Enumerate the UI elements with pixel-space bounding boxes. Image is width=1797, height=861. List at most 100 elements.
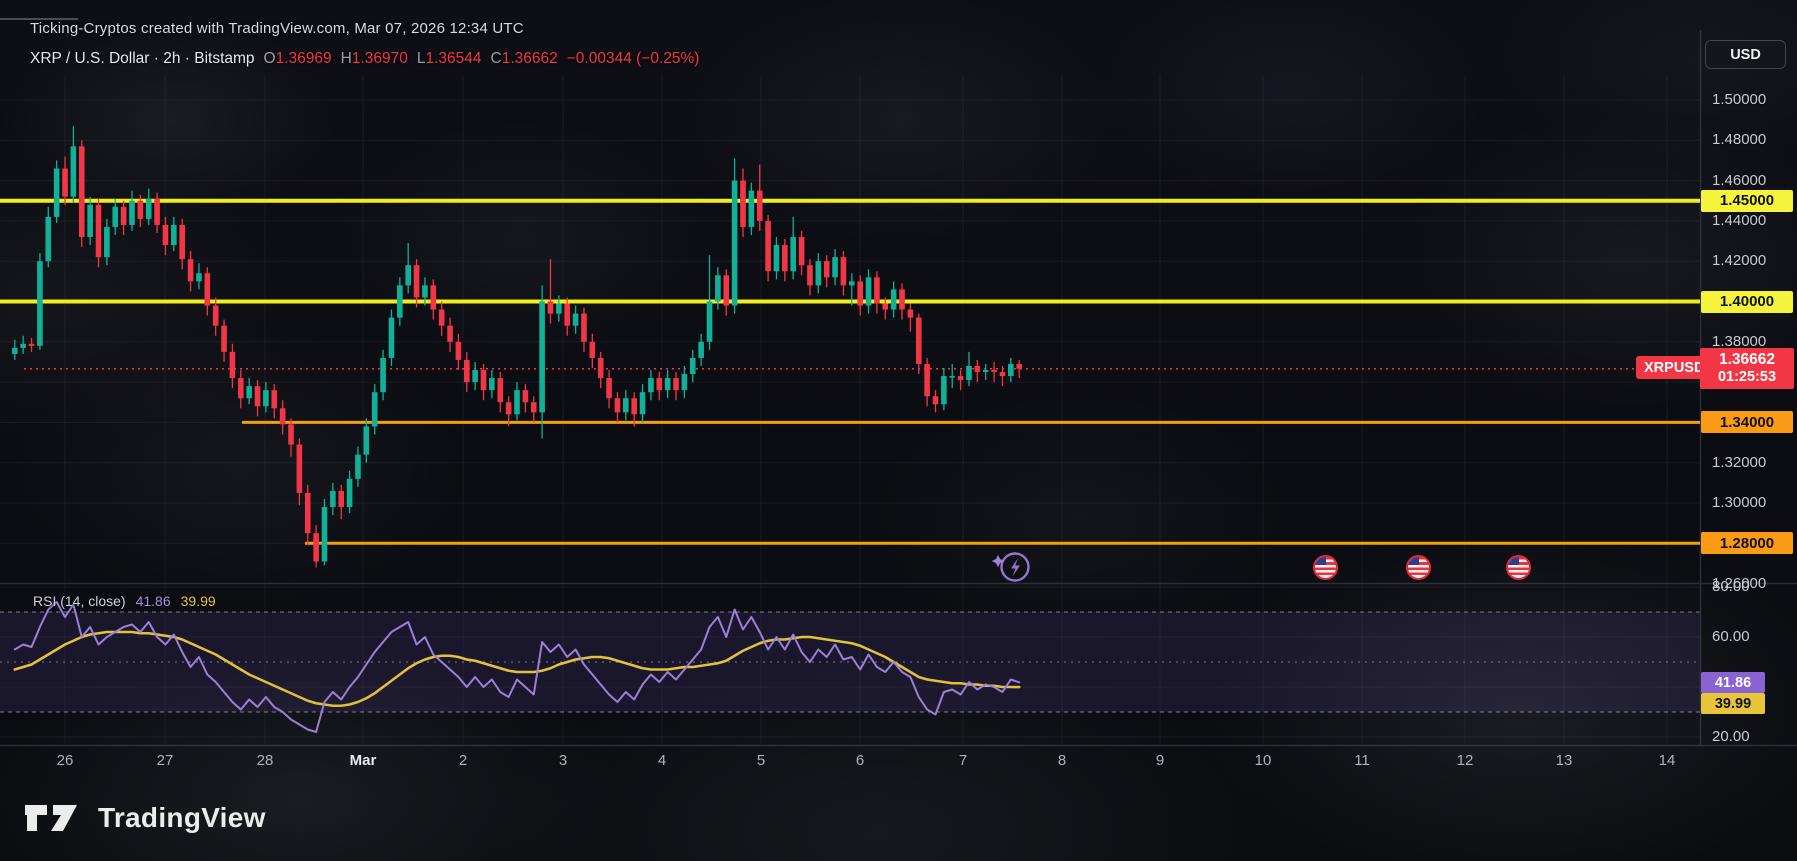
candle-body: [765, 220, 771, 272]
candle-body: [949, 376, 956, 378]
candle-body: [899, 289, 905, 310]
candle-body: [606, 378, 612, 399]
time-axis-label: 13: [1555, 752, 1573, 769]
candle-body: [70, 146, 77, 197]
candle-body: [639, 392, 646, 415]
candle-body: [547, 301, 554, 314]
candle-body: [648, 378, 654, 393]
candle-body: [631, 398, 637, 415]
candle-body: [422, 285, 428, 298]
time-axis-label: 7: [958, 752, 968, 769]
candle-body: [530, 402, 537, 413]
candle-body: [756, 190, 763, 221]
candle-body: [413, 265, 420, 298]
candle-body: [338, 490, 345, 508]
candle-body: [104, 226, 110, 258]
us-flag-event-icon[interactable]: [1405, 554, 1431, 580]
bar-countdown: 01:25:53: [1717, 369, 1777, 386]
candle-body: [112, 206, 119, 227]
candle-body: [187, 259, 194, 282]
candle-body: [597, 357, 604, 379]
rsi-ma-value: 39.99: [180, 593, 216, 609]
ohlc-low: L1.36544: [416, 50, 482, 67]
candle-body: [154, 198, 160, 225]
price-axis-tick: 1.46000: [1712, 171, 1767, 189]
chart-canvas[interactable]: [0, 0, 1797, 861]
candle-body: [782, 245, 788, 272]
candle-body: [1008, 363, 1014, 377]
candle-body: [589, 341, 596, 358]
price-axis-tick: 1.32000: [1712, 453, 1767, 471]
candle-body: [263, 390, 269, 407]
candle-body: [271, 390, 278, 409]
price-change: −0.00344 (−0.25%): [566, 50, 700, 67]
candle-body: [145, 198, 152, 219]
candle-body: [790, 237, 797, 272]
price-axis-tick: 1.44000: [1712, 211, 1767, 229]
rsi-value-label: 41.86: [1701, 672, 1765, 694]
candle-body: [221, 325, 227, 352]
candle-body: [179, 224, 185, 260]
rsi-ma-value-label: 39.99: [1701, 693, 1765, 715]
candle-body: [229, 351, 236, 379]
candle-body: [296, 444, 303, 493]
candle-body: [237, 378, 244, 399]
candle-body: [497, 378, 504, 403]
candle-body: [196, 273, 202, 282]
time-axis-label: 11: [1354, 752, 1370, 769]
rsi-legend-row[interactable]: RSI (14, close) 41.86 39.99: [33, 593, 216, 609]
candle-body: [689, 357, 696, 375]
candle-body: [957, 376, 964, 381]
candle-body: [171, 224, 177, 246]
price-axis-tick: 1.42000: [1712, 252, 1767, 270]
us-flag-event-icon[interactable]: [1505, 554, 1531, 580]
candle-body: [731, 180, 738, 306]
candle-body: [773, 245, 780, 272]
tradingview-watermark[interactable]: TradingView: [25, 802, 266, 834]
candle-body: [480, 370, 487, 391]
symbol-legend-row[interactable]: XRP / U.S. Dollar · 2h · Bitstamp O1.369…: [30, 50, 699, 68]
candle-body: [581, 313, 587, 342]
candle-body: [740, 180, 746, 227]
time-axis-label: 28: [256, 752, 274, 769]
candle-body: [966, 365, 972, 381]
rsi-title[interactable]: RSI (14, close): [33, 593, 126, 609]
candle-body: [246, 386, 252, 399]
candle-body: [890, 289, 897, 310]
price-axis-tick: 1.48000: [1712, 131, 1767, 149]
candle-body: [849, 281, 855, 286]
candle-body: [572, 313, 579, 326]
level-price-label: 1.28000: [1701, 532, 1793, 555]
candle-body: [279, 408, 286, 425]
flag-canton: [1507, 556, 1519, 565]
candle-body: [472, 370, 478, 383]
candle-body: [304, 492, 311, 534]
level-price-label: 1.34000: [1701, 411, 1793, 434]
currency-toggle-button[interactable]: USD: [1705, 40, 1786, 69]
rsi-axis-tick: 20.00: [1712, 728, 1750, 745]
candle-body: [991, 370, 997, 373]
candle-body: [514, 390, 520, 415]
tradingview-logo-text: TradingView: [98, 802, 266, 833]
candle-body: [564, 303, 571, 326]
us-flag-event-icon[interactable]: [1312, 554, 1338, 580]
candle-body: [20, 343, 26, 348]
candle-body: [37, 261, 43, 346]
lightning-event-icon[interactable]: [989, 548, 1033, 593]
candle-body: [78, 146, 85, 238]
candle-body: [388, 317, 395, 358]
candle-body: [12, 347, 18, 354]
candle-body: [313, 533, 319, 562]
ohlc-close: C1.36662: [490, 50, 558, 67]
symbol-title[interactable]: XRP / U.S. Dollar · 2h · Bitstamp: [30, 50, 255, 68]
time-axis-label: 27: [156, 752, 174, 769]
candle-body: [999, 372, 1006, 377]
candle-body: [865, 277, 872, 306]
candle-body: [162, 224, 169, 246]
candle-body: [673, 378, 679, 391]
attribution-text: Ticking-Cryptos created with TradingView…: [30, 20, 524, 37]
candle-body: [556, 303, 562, 314]
candle-body: [715, 275, 721, 302]
candle-body: [430, 285, 437, 310]
time-axis-label: 9: [1155, 752, 1165, 769]
